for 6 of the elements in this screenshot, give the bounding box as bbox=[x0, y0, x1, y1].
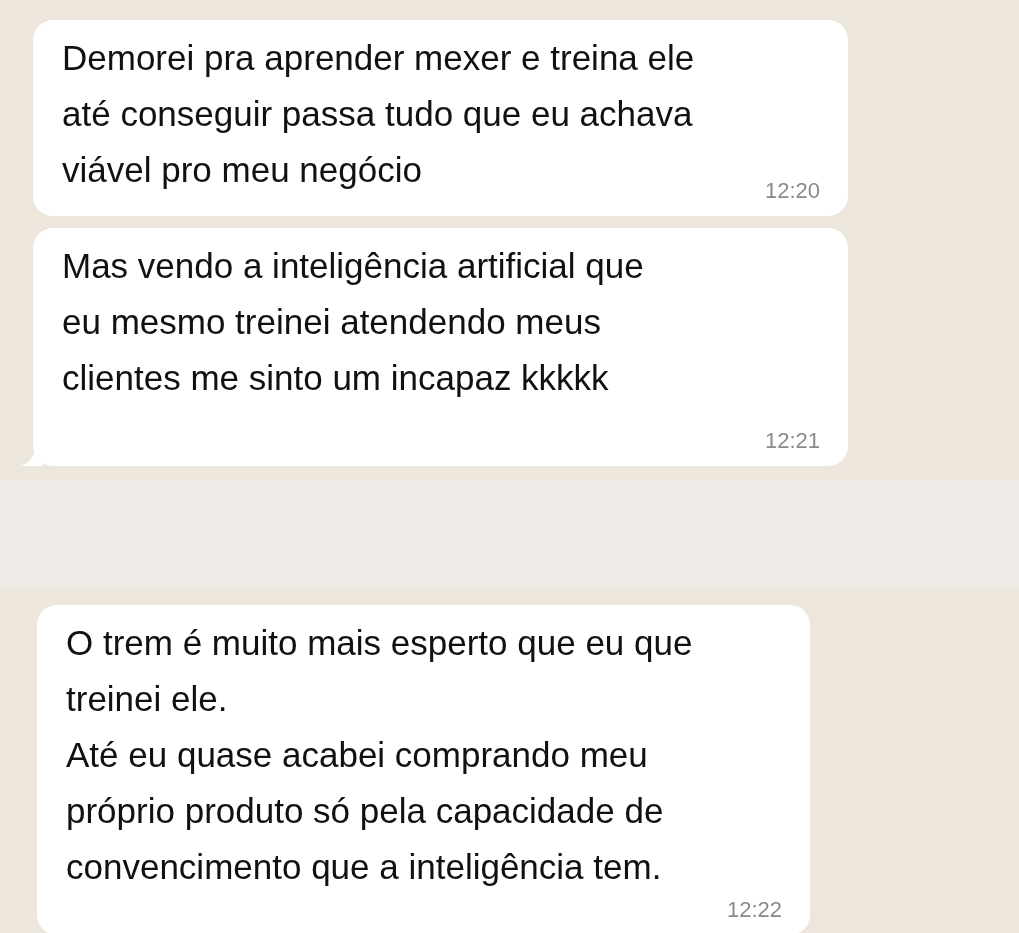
message-text: Demorei pra aprender mexer e treina ele até conseguir passa tudo que eu achava viável pro meu negócio bbox=[62, 37, 695, 191]
message-time: 12:20 bbox=[764, 177, 820, 205]
message-time: 12:21 bbox=[764, 427, 820, 455]
message-text: O trem é muito mais esperto que eu que treinei ele. Até eu quase acabei comprando meu próprio produto só pela capacidade de convencimento que a inteligência tem. bbox=[66, 622, 693, 888]
message-time: 12:22 bbox=[726, 896, 782, 924]
message-text: Mas vendo a inteligência artificial que eu mesmo treinei atendendo meus clientes me sinto um incapaz kkkkk bbox=[62, 245, 644, 399]
